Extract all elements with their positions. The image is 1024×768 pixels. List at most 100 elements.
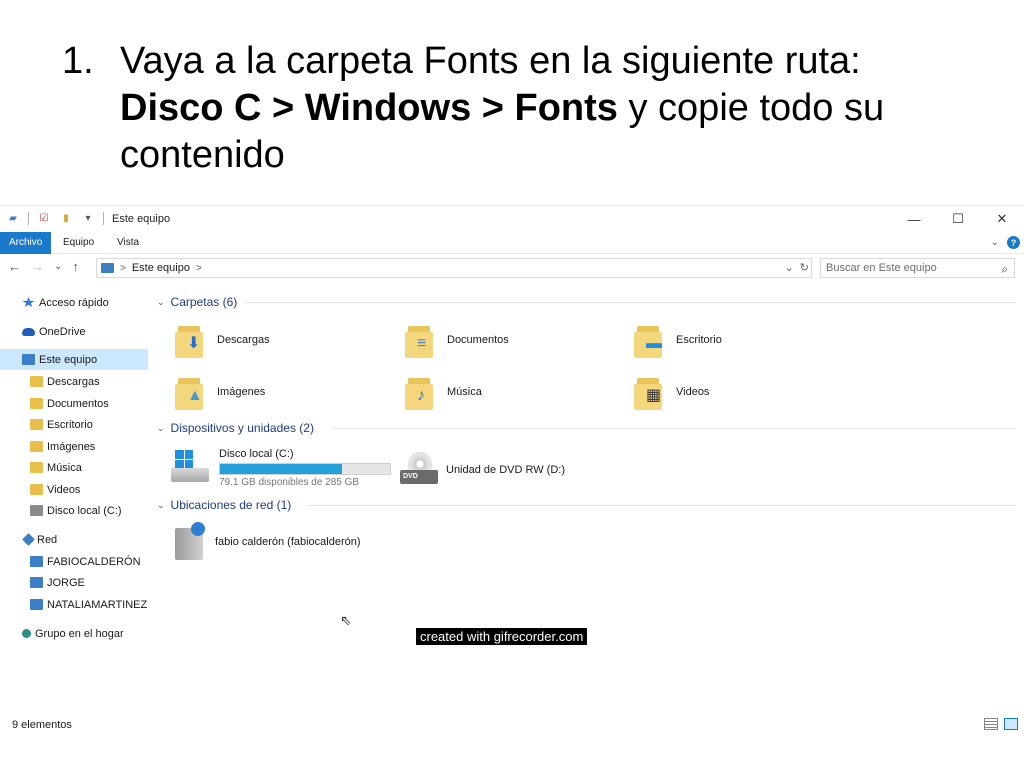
sidebar-item-label: NATALIAMARTINEZ	[47, 598, 148, 611]
folder-descargas[interactable]: ⬇ Descargas	[175, 322, 270, 358]
ribbon-controls: ⌄ ?	[991, 236, 1020, 249]
group-header-label: Dispositivos y unidades (2)	[170, 421, 314, 435]
sidebar-item-label: Acceso rápido	[39, 296, 109, 309]
forward-arrow-icon[interactable]: →	[31, 259, 44, 274]
explorer-app-icon: ▰	[9, 213, 17, 224]
maximize-button[interactable]: ☐	[936, 206, 980, 232]
search-icon[interactable]: ⌕	[1001, 260, 1008, 278]
sidebar-item-imagenes[interactable]: Imágenes	[0, 436, 150, 457]
folder-escritorio[interactable]: ▬ Escritorio	[634, 322, 722, 358]
drive-c-tile[interactable]: Disco local (C:) 79.1 GB disponibles de …	[171, 448, 391, 488]
sidebar-item-descargas[interactable]: Descargas	[0, 371, 150, 392]
refresh-icon[interactable]: ↻	[800, 261, 809, 274]
group-header-carpetas[interactable]: ⌄ Carpetas (6)	[157, 293, 237, 311]
sidebar-item-grupo-hogar[interactable]: Grupo en el hogar	[0, 623, 150, 644]
sidebar-item-fabiocalderon[interactable]: FABIOCALDERÓN	[0, 551, 150, 572]
caption-buttons: — ☐ ✕	[892, 206, 1024, 232]
ribbon-tabs: Archivo Equipo Vista ⌄ ?	[0, 232, 1024, 254]
videos-folder-icon	[30, 484, 43, 495]
instruction-path: Disco C > Windows > Fonts	[120, 87, 618, 129]
drive-usage-fill	[220, 464, 343, 474]
back-arrow-icon[interactable]: ←	[8, 259, 21, 274]
help-icon[interactable]: ?	[1007, 236, 1020, 249]
drive-free-space: 79.1 GB disponibles de 285 GB	[219, 477, 360, 488]
pictures-folder-icon	[30, 441, 43, 452]
view-buttons	[984, 718, 1018, 730]
search-input[interactable]: Buscar en Este equipo ⌕	[820, 258, 1015, 278]
address-dropdown-icon[interactable]: ⌄	[785, 261, 794, 274]
new-folder-icon[interactable]: ▮	[59, 212, 73, 225]
group-header-ubicaciones-red[interactable]: ⌄ Ubicaciones de red (1)	[157, 496, 291, 514]
address-bar[interactable]: > Este equipo > ⌄ ↻	[96, 258, 812, 278]
sidebar-item-musica[interactable]: Música	[0, 457, 150, 478]
sidebar-item-nataliamartinez[interactable]: NATALIAMARTINEZ	[0, 594, 150, 615]
sidebar-item-jorge[interactable]: JORGE	[0, 572, 150, 593]
sidebar-item-onedrive[interactable]: OneDrive	[0, 321, 150, 342]
dvd-drive-icon: DVD	[400, 452, 440, 488]
up-arrow-icon[interactable]: ↑	[72, 259, 79, 274]
sidebar-item-escritorio[interactable]: Escritorio	[0, 414, 150, 435]
documents-folder-icon	[30, 398, 43, 409]
instruction-text: Vaya a la carpeta Fonts en la siguiente …	[120, 38, 962, 179]
collapse-chevron-icon[interactable]: ⌄	[157, 500, 165, 511]
collapse-chevron-icon[interactable]: ⌄	[157, 423, 165, 434]
tab-vista[interactable]: Vista	[108, 232, 148, 254]
network-location-tile[interactable]: fabio calderón (fabiocalderón)	[173, 522, 361, 562]
address-bar-controls: ⌄ ↻	[785, 261, 809, 274]
network-computer-icon	[30, 599, 43, 610]
collapse-chevron-icon[interactable]: ⌄	[157, 297, 165, 308]
tab-archivo[interactable]: Archivo	[0, 232, 52, 254]
sidebar-item-label: Red	[37, 533, 58, 546]
music-folder-icon	[30, 462, 43, 473]
sidebar-item-acceso-rapido[interactable]: Acceso rápido	[0, 292, 150, 313]
sidebar-item-disco-local[interactable]: Disco local (C:)	[0, 500, 150, 521]
sidebar-item-label: Música	[47, 461, 82, 474]
sidebar-item-label: JORGE	[47, 576, 85, 589]
mouse-pointer-icon: ⇖	[340, 612, 352, 628]
network-computer-icon	[30, 556, 43, 567]
large-icons-view-icon[interactable]	[1004, 718, 1018, 730]
sidebar-item-label: Descargas	[47, 375, 100, 388]
group-divider	[333, 428, 1015, 429]
breadcrumb-chevron-icon[interactable]: >	[196, 263, 202, 274]
drive-info: Disco local (C:) 79.1 GB disponibles de …	[219, 448, 391, 488]
navigation-bar: ← → ⌄ ↑ > Este equipo > ⌄ ↻ Buscar en Es…	[0, 256, 1024, 280]
group-header-dispositivos[interactable]: ⌄ Dispositivos y unidades (2)	[157, 419, 314, 437]
folder-musica[interactable]: ♪ Música	[405, 374, 482, 410]
folder-videos[interactable]: ▦ Videos	[634, 374, 709, 410]
documents-folder-icon: ≡	[405, 322, 441, 358]
desktop-folder-icon	[30, 419, 43, 430]
sidebar-item-label: Imágenes	[47, 440, 96, 453]
minimize-button[interactable]: —	[892, 206, 936, 232]
search-placeholder: Buscar en Este equipo	[826, 262, 937, 274]
sidebar-item-label: OneDrive	[39, 325, 86, 338]
customize-toolbar-icon[interactable]: ▾	[81, 212, 95, 225]
folder-imagenes[interactable]: ▲ Imágenes	[175, 374, 265, 410]
sidebar-item-red[interactable]: Red	[0, 529, 150, 550]
tab-equipo[interactable]: Equipo	[54, 232, 103, 254]
drive-icon	[30, 505, 43, 516]
toolbar-divider	[28, 212, 29, 225]
slide-heading: 1. Vaya a la carpeta Fonts en la siguien…	[62, 38, 962, 179]
breadcrumb-este-equipo[interactable]: Este equipo	[132, 262, 190, 274]
sidebar-item-label: Videos	[47, 483, 81, 496]
breadcrumb-chevron-icon[interactable]: >	[120, 263, 126, 274]
navigation-buttons: ← → ⌄ ↑	[8, 259, 79, 274]
details-view-icon[interactable]	[984, 718, 998, 730]
sidebar-item-este-equipo[interactable]: Este equipo	[0, 349, 148, 370]
close-button[interactable]: ✕	[980, 206, 1024, 232]
folder-label: Documentos	[447, 334, 509, 346]
properties-icon[interactable]: ☑	[37, 212, 51, 225]
sidebar-item-documentos[interactable]: Documentos	[0, 393, 150, 414]
title-bar: ▰ ☑ ▮ ▾ Este equipo — ☐ ✕	[0, 206, 1024, 232]
expand-ribbon-icon[interactable]: ⌄	[991, 237, 999, 248]
sidebar-item-videos[interactable]: Videos	[0, 479, 150, 500]
network-computer-icon	[30, 577, 43, 588]
sidebar-item-label: Este equipo	[39, 353, 98, 366]
homegroup-icon	[22, 629, 31, 638]
dvd-drive-tile[interactable]: DVD Unidad de DVD RW (D:)	[400, 452, 565, 488]
folder-label: Música	[447, 386, 482, 398]
recent-locations-chevron-icon[interactable]: ⌄	[54, 261, 62, 272]
folder-documentos[interactable]: ≡ Documentos	[405, 322, 509, 358]
folder-label: Videos	[676, 386, 710, 398]
